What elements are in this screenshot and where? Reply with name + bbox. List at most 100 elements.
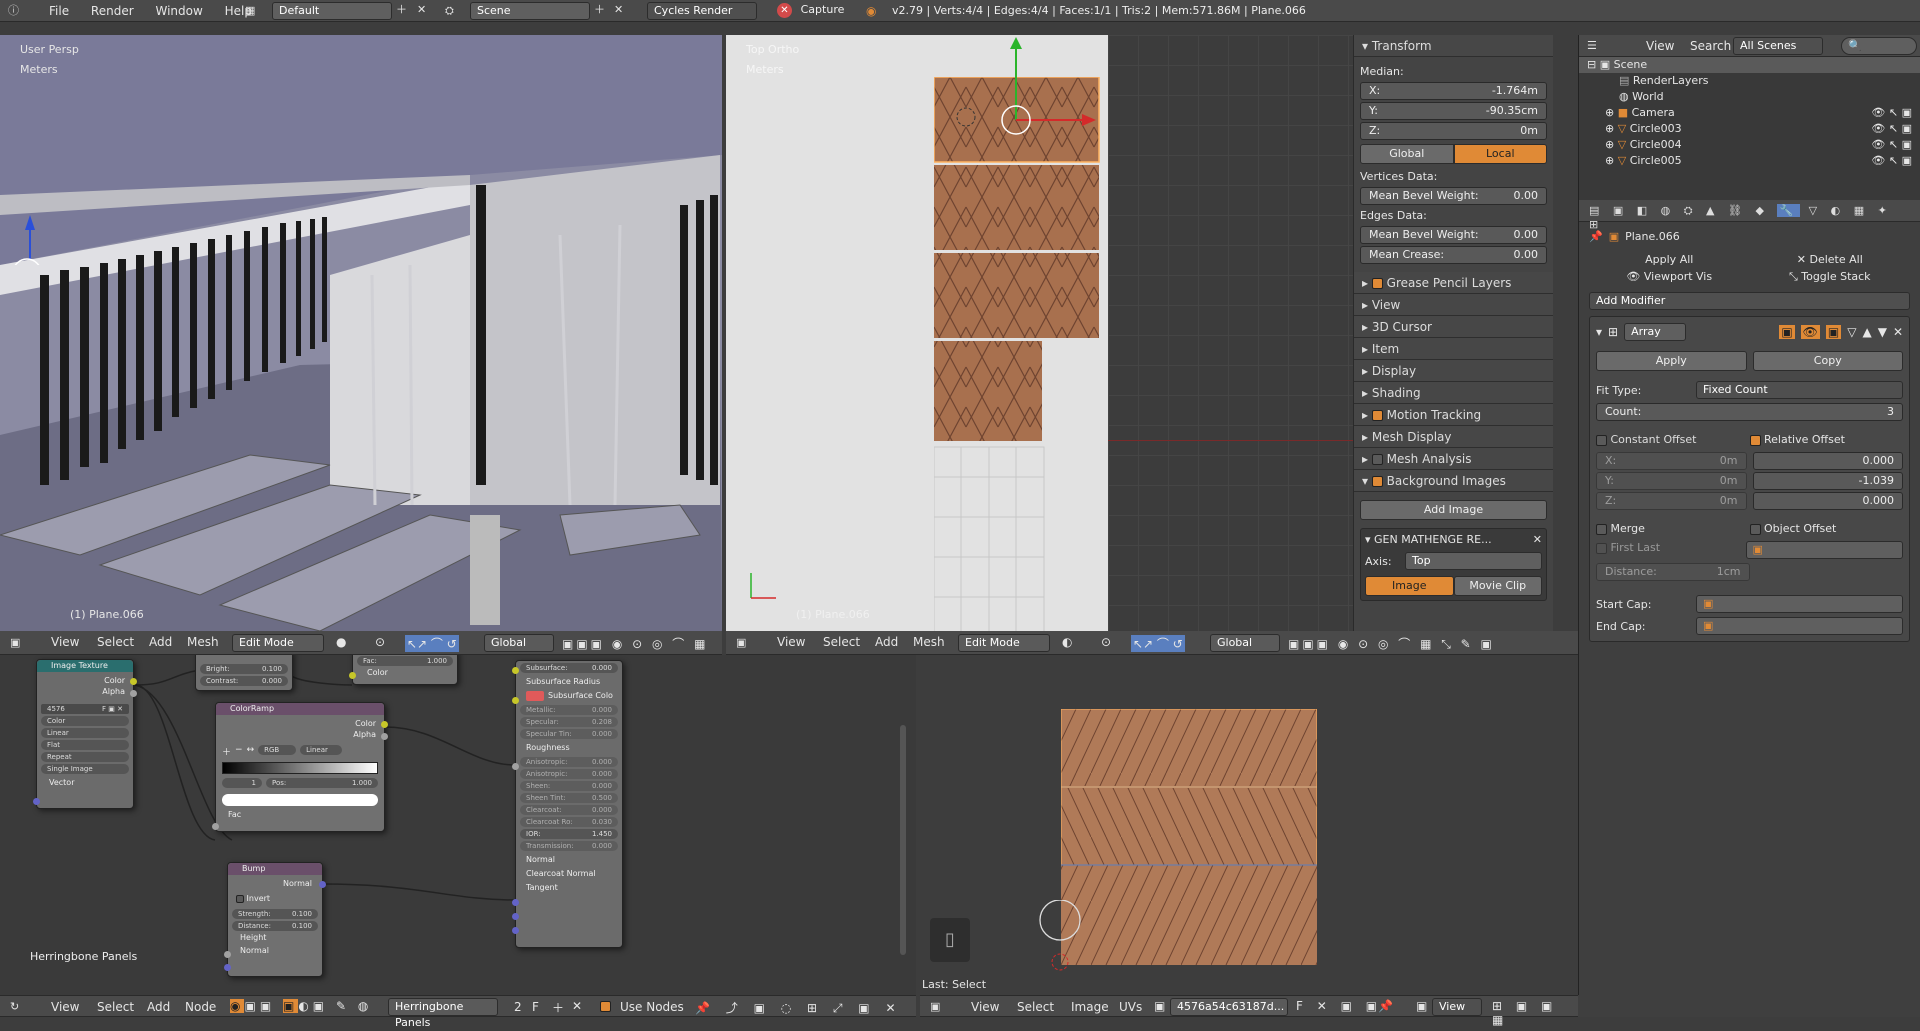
section-display[interactable]: ▸ Display (1354, 360, 1553, 382)
object-offset-checkbox[interactable] (1749, 523, 1761, 535)
fake-user-icon[interactable]: F (532, 1000, 539, 1014)
tab-movie-clip[interactable]: Movie Clip (1453, 576, 1542, 596)
const-y-field[interactable]: Y: 0m (1596, 472, 1747, 490)
bump-invert-checkbox[interactable] (236, 894, 244, 903)
node-image-texture[interactable]: Image Texture Color Alpha 4576 F ▣ ✕ Colo… (33, 659, 137, 809)
const-z-field[interactable]: Z: 0m (1596, 492, 1747, 510)
first-last-checkbox[interactable] (1596, 542, 1607, 554)
toggle-stack-button[interactable]: ⤡ Toggle Stack (1750, 270, 1911, 284)
left-menu-add[interactable]: Add (140, 631, 181, 653)
scene-field[interactable]: Scene (470, 2, 590, 20)
image-source[interactable]: Single Image (41, 764, 129, 774)
image-extension[interactable]: Repeat (41, 752, 129, 762)
right-manipulator-icons[interactable]: ↖↗ ⌒ ↺ (1131, 635, 1185, 652)
bsdf-sheen-tint[interactable]: Sheen Tint: 0.500 (520, 793, 618, 803)
offset-object-field[interactable]: ▣ (1745, 541, 1903, 559)
editmode-toggle-icon[interactable]: ▣ (1825, 325, 1842, 339)
const-x-field[interactable]: X: 0m (1596, 452, 1747, 470)
layout-icon[interactable]: ▦ (245, 5, 255, 16)
uv-editor[interactable]: ▯ Last: Select (920, 655, 1578, 995)
scene-icon[interactable]: ⛭ (445, 5, 454, 16)
node-colorramp[interactable]: ColorRamp Color Alpha ＋ − ↔ RGB Linear 1 P… (212, 702, 388, 832)
section-view[interactable]: ▸ View (1354, 294, 1553, 316)
right-menu-mesh[interactable]: Mesh (904, 631, 954, 653)
uv-view-select[interactable]: View (1432, 998, 1482, 1016)
apply-button[interactable]: Apply (1596, 351, 1747, 371)
move-down-icon[interactable]: ▼ (1878, 325, 1887, 339)
close-layout-icon[interactable]: ✕ (417, 4, 426, 15)
bsdf-metallic[interactable]: Metallic: 0.000 (520, 705, 618, 715)
end-cap-field[interactable]: ▣ (1696, 617, 1903, 635)
median-z-field[interactable]: Z: 0m (1360, 122, 1547, 140)
capture-button[interactable]: Capture (795, 1, 850, 21)
bsdf-transmission[interactable]: Transmission: 0.000 (520, 841, 618, 851)
mix-fac-field[interactable]: Fac: 1.000 (357, 656, 453, 666)
screen-layout-field[interactable]: Default (272, 2, 392, 20)
ramp-add-icon[interactable]: ＋ (222, 745, 231, 758)
merge-checkbox[interactable] (1596, 523, 1607, 535)
outliner-item-circle005[interactable]: ⊕ ▽ Circle005 👁 ↖ ▣ (1579, 153, 1920, 169)
image-interpolation[interactable]: Linear (41, 728, 129, 738)
uv-image-field[interactable]: 4576a54c63187d... (1170, 998, 1288, 1016)
left-menu-mesh[interactable]: Mesh (178, 631, 228, 653)
section-grease-pencil[interactable]: ▸ Grease Pencil Layers (1354, 272, 1553, 294)
outliner-menu-view[interactable]: View (1637, 35, 1683, 57)
right-shading-icon[interactable]: ◐ (1062, 635, 1072, 649)
node-menu-node[interactable]: Node (176, 996, 225, 1018)
section-background-images[interactable]: ▾ Background Images (1354, 470, 1553, 492)
ramp-remove-icon[interactable]: − (235, 745, 243, 758)
section-motion-tracking[interactable]: ▸ Motion Tracking (1354, 404, 1553, 426)
viewport-3d-top[interactable]: Top Ortho Meters (1) Plane.066 (726, 35, 1353, 631)
uv-editor-type-icon[interactable]: ▣ (930, 1001, 940, 1012)
image-datablock[interactable]: 4576 F ▣ ✕ (41, 704, 129, 714)
vertex-bevel-field[interactable]: Mean Bevel Weight: 0.00 (1360, 187, 1547, 205)
local-toggle[interactable]: Local (1453, 144, 1547, 164)
cage-toggle-icon[interactable]: ▽ (1847, 325, 1856, 339)
render-toggle-icon[interactable]: ▣ (1779, 325, 1795, 339)
node-editor-type-icon[interactable]: ↻ (10, 1001, 19, 1012)
shading-icon[interactable]: ● (336, 635, 346, 649)
left-menu-select[interactable]: Select (88, 631, 143, 653)
right-orientation-select[interactable]: Global (1210, 634, 1280, 652)
remove-bg-icon[interactable]: ✕ (1533, 533, 1542, 546)
outliner-item-camera[interactable]: ⊕ ■ Camera 👁 ↖ ▣ (1579, 105, 1920, 121)
node-menu-select[interactable]: Select (88, 996, 143, 1018)
render-engine-select[interactable]: Cycles Render (647, 2, 757, 20)
outliner-editor-icon[interactable]: ☰ (1587, 40, 1597, 51)
pivot-icon[interactable]: ⊙ (375, 635, 385, 649)
uv-image-icons[interactable]: F ✕ ▣ ▣ (1296, 999, 1382, 1013)
transform-gizmo[interactable] (5, 185, 105, 265)
bg-image-entry[interactable]: ▾ GEN MATHENGE RE... ✕ Axis: Top Image Mov… (1360, 528, 1547, 601)
bsdf-subsurface[interactable]: Subsurface: 0.000 (520, 663, 618, 673)
right-menu-select[interactable]: Select (814, 631, 869, 653)
node-header-tool-icons[interactable]: 📌 ⤴ ▣ ◌ ⊞ ⤢ ▣ ✕ (695, 999, 902, 1016)
add-material-icon[interactable]: ＋ (552, 999, 564, 1016)
bsdf-clearcoat-rough[interactable]: Clearcoat Ro: 0.030 (520, 817, 618, 827)
editor-type-icon-right[interactable]: ▣ (736, 637, 746, 648)
remove-modifier-icon[interactable]: ✕ (1893, 325, 1903, 339)
section-shading[interactable]: ▸ Shading (1354, 382, 1553, 404)
viewport-3d-left[interactable]: User Persp Meters (1) Plane.066 (0, 35, 722, 631)
bsdf-clearcoat[interactable]: Clearcoat: 0.000 (520, 805, 618, 815)
image-projection[interactable]: Flat (41, 740, 129, 750)
ramp-color-mode[interactable]: RGB (258, 745, 297, 755)
bsdf-specular[interactable]: Specular: 0.208 (520, 717, 618, 727)
viewport-vis-button[interactable]: 👁 Viewport Vis (1589, 270, 1750, 284)
edge-bevel-field[interactable]: Mean Bevel Weight: 0.00 (1360, 226, 1547, 244)
node-principled-bsdf[interactable]: Subsurface: 0.000 Subsurface Radius Subsu… (512, 660, 623, 948)
bsdf-sheen[interactable]: Sheen: 0.000 (520, 781, 618, 791)
median-y-field[interactable]: Y: -90.35cm (1360, 102, 1547, 120)
node-bump[interactable]: Bump Normal Invert Strength: 0.100 Distan… (224, 862, 326, 977)
menu-window[interactable]: Window (146, 0, 211, 22)
delete-all-button[interactable]: ✕ Delete All (1750, 253, 1911, 266)
bump-distance[interactable]: Distance: 0.100 (232, 921, 318, 931)
add-layout-icon[interactable]: ＋ (396, 4, 407, 15)
unlink-material-icon[interactable]: ✕ (572, 999, 582, 1013)
uv-display-icons[interactable]: ⊞ ▣ ▣ ▦ (1492, 999, 1578, 1027)
ramp-pos[interactable]: Pos: 1.000 (266, 778, 378, 788)
section-item[interactable]: ▸ Item (1354, 338, 1553, 360)
rel-z-field[interactable]: 0.000 (1752, 492, 1903, 510)
section-mesh-analysis[interactable]: ▸ Mesh Analysis (1354, 448, 1553, 470)
axis-select[interactable]: Top (1405, 552, 1542, 570)
merge-distance-field[interactable]: Distance: 1cm (1596, 563, 1750, 581)
